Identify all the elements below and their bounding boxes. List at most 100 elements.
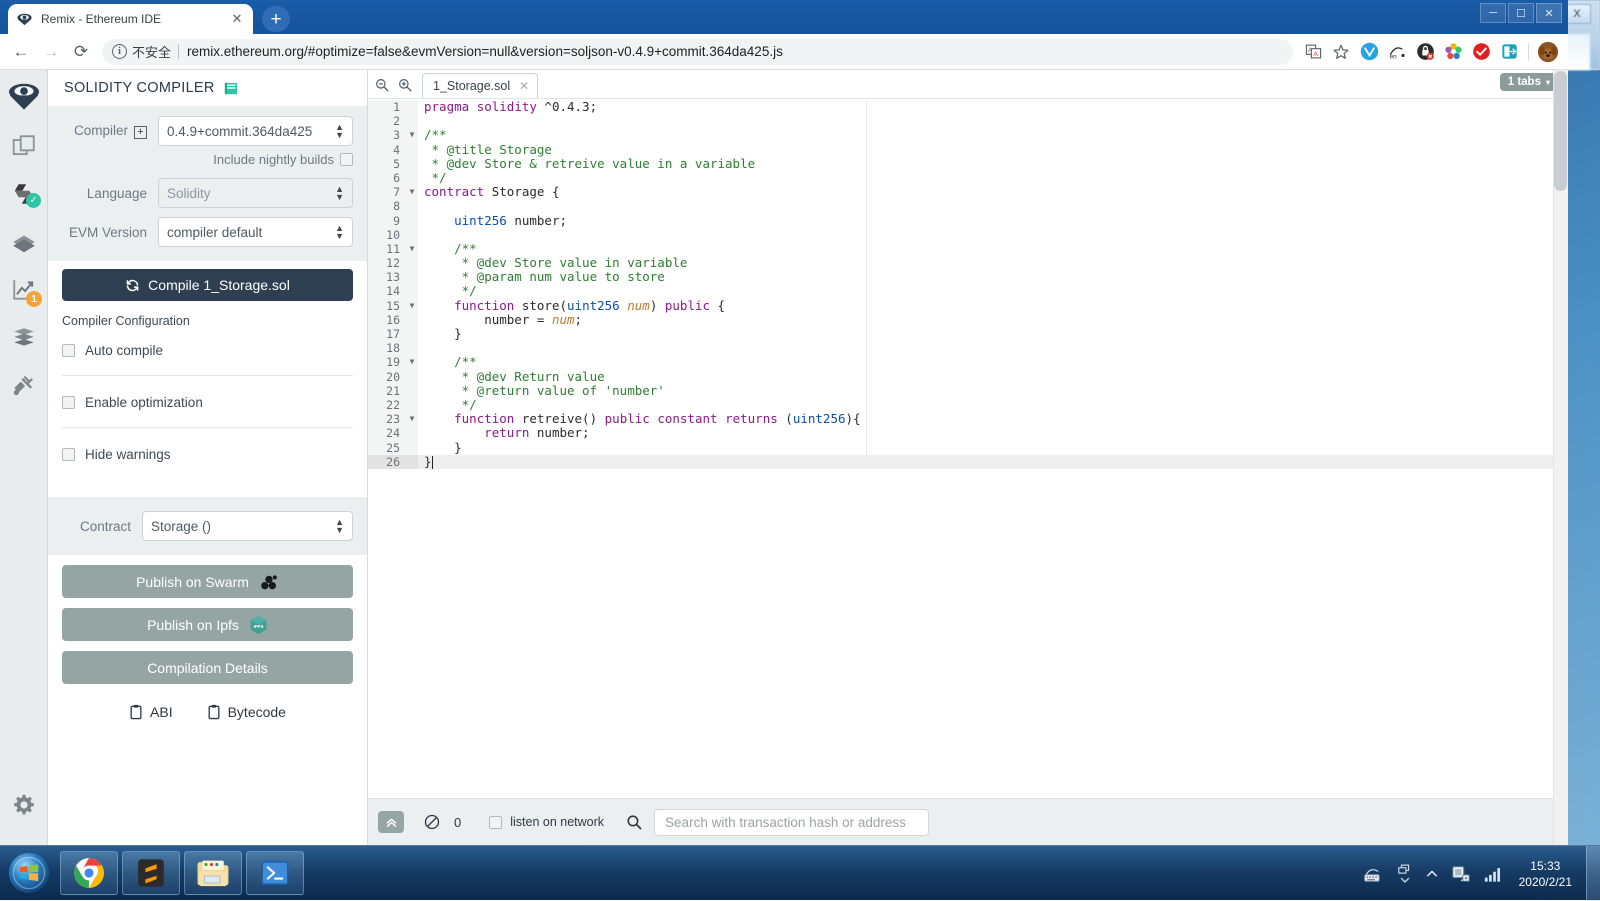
export-extension-icon[interactable] xyxy=(1496,39,1522,65)
language-select[interactable]: Solidity ▲▼ xyxy=(158,178,353,208)
compiler-expand-icon[interactable]: + xyxy=(134,126,147,139)
no-entry-icon[interactable] xyxy=(424,814,440,830)
code-line[interactable]: 20 * @dev Return value xyxy=(368,370,1568,384)
contract-select[interactable]: Storage () ▲▼ xyxy=(142,511,353,541)
maximize-button[interactable]: ☐ xyxy=(1508,3,1534,23)
forward-button[interactable]: → xyxy=(36,37,66,67)
auto-compile-row[interactable]: Auto compile xyxy=(62,339,353,361)
new-tab-button[interactable]: + xyxy=(262,6,290,32)
editor-file-tab-close-icon[interactable]: ✕ xyxy=(519,79,529,93)
site-info-icon[interactable]: i xyxy=(112,44,127,59)
v-extension-icon[interactable] xyxy=(1356,39,1382,65)
privacy-lock-extension-icon[interactable] xyxy=(1412,39,1438,65)
hide-warnings-checkbox[interactable] xyxy=(62,448,75,461)
start-button[interactable] xyxy=(2,848,56,898)
code-line[interactable]: 10 xyxy=(368,228,1568,242)
fold-toggle-icon[interactable]: ▼ xyxy=(406,242,418,256)
fold-toggle-icon[interactable]: ▼ xyxy=(406,412,418,426)
listen-on-network-row[interactable]: listen on network xyxy=(489,815,604,829)
code-line[interactable]: 11▼ /** xyxy=(368,242,1568,256)
code-line[interactable]: 25 } xyxy=(368,441,1568,455)
red-check-extension-icon[interactable] xyxy=(1468,39,1494,65)
page-scrollbar[interactable] xyxy=(1553,70,1568,845)
enable-optimization-checkbox[interactable] xyxy=(62,396,75,409)
address-bar[interactable]: i 不安全 remix.ethereum.org/#optimize=false… xyxy=(102,39,1293,65)
code-line[interactable]: 2 xyxy=(368,114,1568,128)
publish-on-ipfs-button[interactable]: Publish on Ipfs IPFS xyxy=(62,608,353,641)
code-line[interactable]: 4 * @title Storage xyxy=(368,143,1568,157)
bookmark-star-icon[interactable] xyxy=(1328,39,1354,65)
code-line[interactable]: 26} xyxy=(368,455,1568,469)
include-nightly-checkbox[interactable] xyxy=(340,153,353,166)
auto-compile-checkbox[interactable] xyxy=(62,344,75,357)
code-editor[interactable]: 1pragma solidity ^0.4.3;2 3▼/**4 * @titl… xyxy=(368,100,1568,798)
include-nightly-row[interactable]: Include nightly builds xyxy=(62,152,353,167)
code-line[interactable]: 8 xyxy=(368,199,1568,213)
en-translate-extension-icon[interactable]: en xyxy=(1384,39,1410,65)
tabs-count-button[interactable]: 1 tabs ▾ xyxy=(1500,73,1558,91)
search-icon[interactable] xyxy=(626,814,642,830)
copy-bytecode-button[interactable]: Bytecode xyxy=(207,704,286,720)
code-line[interactable]: 3▼/** xyxy=(368,128,1568,142)
terminal-expand-button[interactable] xyxy=(378,811,404,833)
sublime-text-taskbar-icon[interactable] xyxy=(122,851,180,895)
fold-toggle-icon[interactable]: ▼ xyxy=(406,355,418,369)
browser-tab-remix[interactable]: Remix - Ethereum IDE ✕ xyxy=(8,4,253,34)
page-scrollbar-thumb[interactable] xyxy=(1554,71,1567,191)
fold-toggle-icon[interactable]: ▼ xyxy=(406,128,418,142)
code-line[interactable]: 18 xyxy=(368,341,1568,355)
remix-home-icon[interactable] xyxy=(0,70,48,122)
code-line[interactable]: 15▼ function store(uint256 num) public { xyxy=(368,299,1568,313)
settings-gear-icon[interactable] xyxy=(0,781,48,829)
evm-version-select[interactable]: compiler default ▲▼ xyxy=(158,217,353,247)
tab-close-icon[interactable]: ✕ xyxy=(229,11,245,27)
keyboard-ime-icon[interactable] xyxy=(1363,865,1385,883)
show-hidden-arrow-icon[interactable] xyxy=(1425,868,1439,880)
book-icon[interactable] xyxy=(224,81,238,96)
enable-optimization-row[interactable]: Enable optimization xyxy=(62,391,353,413)
back-button[interactable]: ← xyxy=(6,37,36,67)
code-line[interactable]: 5 * @dev Store & retreive value in a var… xyxy=(368,157,1568,171)
powershell-taskbar-icon[interactable] xyxy=(246,851,304,895)
code-line[interactable]: 16 number = num; xyxy=(368,313,1568,327)
show-desktop-button[interactable] xyxy=(1586,846,1600,901)
code-line[interactable]: 7▼contract Storage { xyxy=(368,185,1568,199)
zoom-out-icon[interactable] xyxy=(373,72,391,98)
network-plug-icon[interactable] xyxy=(1451,864,1471,884)
code-line[interactable]: 13 * @param num value to store xyxy=(368,270,1568,284)
code-line[interactable]: 12 * @dev Store value in variable xyxy=(368,256,1568,270)
solidity-analysis-icon[interactable]: 1 xyxy=(0,266,48,314)
colorful-flower-extension-icon[interactable] xyxy=(1440,39,1466,65)
minimize-button[interactable]: ─ xyxy=(1480,3,1506,23)
compile-button[interactable]: Compile 1_Storage.sol xyxy=(62,269,353,301)
close-button[interactable]: ✕ xyxy=(1536,3,1562,23)
publish-on-swarm-button[interactable]: Publish on Swarm xyxy=(62,565,353,598)
code-line[interactable]: 19▼ /** xyxy=(368,355,1568,369)
code-line[interactable]: 22 */ xyxy=(368,398,1568,412)
translate-icon[interactable]: A A xyxy=(1300,39,1326,65)
transaction-search-input[interactable]: Search with transaction hash or address xyxy=(654,809,929,836)
taskbar-clock[interactable]: 15:33 2020/2/21 xyxy=(1519,858,1572,890)
fold-toggle-icon[interactable]: ▼ xyxy=(406,299,418,313)
code-line[interactable]: 6 */ xyxy=(368,171,1568,185)
plugin-manager-icon[interactable] xyxy=(0,362,48,410)
reload-button[interactable]: ⟳ xyxy=(66,37,96,67)
compilation-details-button[interactable]: Compilation Details xyxy=(62,651,353,684)
profile-avatar[interactable] xyxy=(1535,39,1561,65)
hide-warnings-row[interactable]: Hide warnings xyxy=(62,443,353,465)
file-explorers-icon[interactable] xyxy=(0,122,48,170)
code-line[interactable]: 9 uint256 number; xyxy=(368,214,1568,228)
deploy-run-icon[interactable] xyxy=(0,218,48,266)
signal-bars-icon[interactable] xyxy=(1483,865,1503,883)
copy-abi-button[interactable]: ABI xyxy=(129,704,173,720)
editor-file-tab[interactable]: 1_Storage.sol ✕ xyxy=(422,73,538,98)
file-explorer-taskbar-icon[interactable] xyxy=(184,851,242,895)
code-line[interactable]: 14 */ xyxy=(368,284,1568,298)
debugger-icon[interactable] xyxy=(0,314,48,362)
fold-toggle-icon[interactable]: ▼ xyxy=(406,185,418,199)
code-line[interactable]: 23▼ function retreive() public constant … xyxy=(368,412,1568,426)
solidity-compiler-icon[interactable]: ✓ xyxy=(0,170,48,218)
code-line[interactable]: 21 * @return value of 'number' xyxy=(368,384,1568,398)
code-line[interactable]: 17 } xyxy=(368,327,1568,341)
show-hidden-icons-icon[interactable] xyxy=(1397,863,1413,885)
